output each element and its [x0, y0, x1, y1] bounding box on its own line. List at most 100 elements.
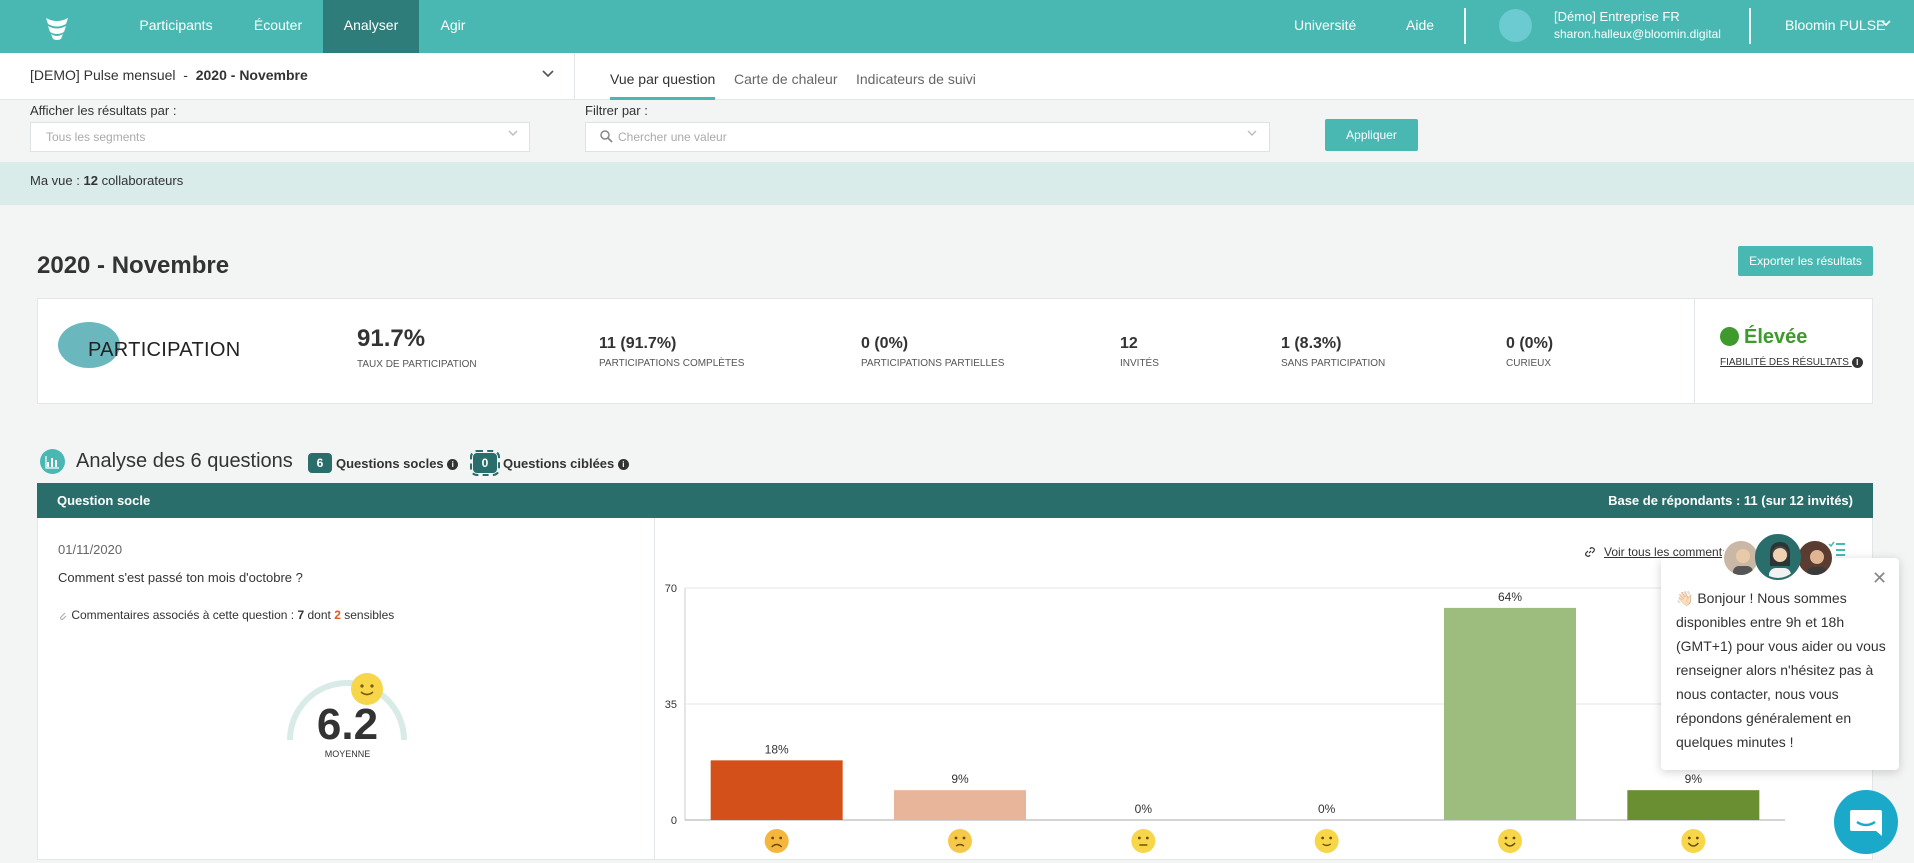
divider — [574, 53, 575, 100]
partial-participations-label: Participations partielles — [861, 358, 1005, 369]
bar-chart-icon — [40, 449, 65, 474]
chat-message-text: 👋🏻 Bonjour ! Nous sommes disponibles ent… — [1676, 590, 1886, 750]
survey-selector[interactable]: [DEMO] Pulse mensuel - 2020 - Novembre — [30, 67, 308, 83]
participation-rate-label: Taux de participation — [357, 359, 477, 370]
comments-prefix: Commentaires associés à cette question : — [71, 608, 295, 622]
export-results-button[interactable]: Exporter les résultats — [1738, 246, 1873, 276]
curious-value: 0 (0%) — [1506, 335, 1554, 352]
sad-face-icon — [948, 829, 972, 853]
info-icon[interactable]: i — [1851, 357, 1863, 368]
page-title: 2020 - Novembre — [37, 252, 230, 279]
bloomin-logo-icon[interactable] — [42, 12, 72, 42]
info-icon[interactable]: i — [617, 459, 629, 471]
question-header: Question socle Base de répondants : 11 (… — [37, 483, 1873, 518]
group-by-label: Afficher les résultats par : — [30, 103, 177, 118]
tab-vue-par-question[interactable]: Vue par question — [610, 71, 715, 87]
info-icon[interactable]: i — [447, 459, 459, 471]
neutral-face-icon — [1131, 829, 1156, 853]
slightly-smiling-face-icon — [1314, 829, 1339, 853]
reliability-status-dot — [1720, 327, 1739, 346]
bar — [1627, 790, 1760, 820]
comments-sensitive-count: 2 — [334, 608, 341, 622]
segment-select[interactable]: Tous les segments — [30, 122, 530, 152]
respondent-base: Base de répondants : 11 (sur 12 invités) — [1608, 493, 1853, 508]
account-email: sharon.halleux@bloomin.digital — [1554, 27, 1721, 41]
link-icon — [1585, 547, 1595, 557]
comments-suffix: sensibles — [344, 608, 395, 622]
question-comments-summary: Commentaires associés à cette question :… — [58, 608, 394, 622]
bar — [710, 760, 843, 820]
no-participation-value: 1 (8.3%) — [1281, 335, 1342, 352]
core-questions-count[interactable]: 6 — [308, 453, 332, 473]
bar-data-label: 64% — [1498, 590, 1522, 604]
nav-participants[interactable]: Participants — [130, 0, 222, 53]
invited-value: 12 — [1120, 335, 1138, 352]
bar-data-label: 9% — [951, 772, 969, 786]
no-participation-label: Sans participation — [1281, 358, 1386, 369]
tab-carte-de-chaleur[interactable]: Carte de chaleur — [734, 71, 838, 87]
complete-participations-value: 11 (91.7%) — [599, 335, 677, 352]
chevron-down-icon[interactable] — [540, 65, 556, 81]
bar — [1444, 607, 1576, 820]
core-questions-label[interactable]: Questions socles i — [336, 456, 459, 471]
question-date: 01/11/2020 — [58, 542, 123, 557]
invited-label: Invités — [1120, 358, 1159, 369]
question-text: Comment s'est passé ton mois d'octobre ? — [58, 570, 303, 585]
average-label: MOYENNE — [324, 749, 371, 759]
nav-ecouter[interactable]: Écouter — [234, 0, 322, 53]
average-value: 6.2 — [316, 700, 379, 749]
participation-rate-value: 91.7% — [357, 325, 426, 352]
curious-label: Curieux — [1506, 358, 1552, 369]
nav-divider — [1749, 8, 1751, 44]
targeted-questions-label[interactable]: Questions ciblées i — [503, 456, 629, 471]
complete-participations-label: Participations complètes — [599, 358, 745, 369]
support-agent-avatar — [1755, 534, 1801, 580]
my-view-count: 12 — [83, 173, 98, 188]
filter-search-input[interactable]: Chercher une valeur — [585, 122, 1270, 152]
nav-analyser[interactable]: Analyser — [323, 0, 419, 53]
y-tick-label: 35 — [665, 699, 677, 711]
bar-data-label: 18% — [765, 742, 789, 756]
survey-period: 2020 - Novembre — [195, 67, 308, 83]
chevron-down-icon[interactable] — [1246, 127, 1258, 139]
targeted-questions-count[interactable]: 0 — [470, 450, 500, 476]
heart-eyes-face-icon — [1681, 829, 1706, 853]
nav-agir[interactable]: Agir — [432, 0, 474, 53]
partial-participations-value: 0 (0%) — [861, 335, 909, 352]
apply-button[interactable]: Appliquer — [1325, 119, 1418, 151]
chevron-down-icon[interactable] — [507, 127, 519, 139]
survey-separator: - — [183, 67, 188, 83]
reliability-label-text: Fiabilité des résultats — [1720, 357, 1849, 369]
divider — [1694, 299, 1695, 403]
nav-universite[interactable]: Université — [1294, 0, 1356, 53]
bar-data-label: 0% — [1318, 802, 1336, 816]
paperclip-icon — [60, 612, 67, 620]
comments-total: 7 — [297, 608, 305, 622]
participation-card — [37, 298, 1873, 404]
smiling-face-icon — [1498, 829, 1522, 853]
my-view-suffix: collaborateurs — [101, 173, 184, 188]
very-sad-face-icon — [764, 829, 789, 853]
my-view-prefix: Ma vue : — [30, 173, 80, 188]
close-icon[interactable]: ✕ — [1872, 568, 1887, 589]
my-view-bar: Ma vue : 12 collaborateurs — [0, 162, 1914, 205]
top-navigation: Participants Écouter Analyser Agir Unive… — [0, 0, 1914, 53]
bar — [894, 790, 1026, 820]
chat-launcher-button[interactable] — [1834, 790, 1898, 854]
bar-data-label: 9% — [1685, 772, 1703, 786]
y-tick-label: 0 — [671, 815, 677, 827]
core-questions-text: Questions socles — [336, 456, 444, 471]
y-tick-label: 70 — [665, 583, 677, 595]
nav-aide[interactable]: Aide — [1406, 0, 1434, 53]
comments-mid: dont — [307, 608, 331, 622]
chevron-down-icon[interactable] — [1880, 17, 1892, 29]
reliability-label[interactable]: Fiabilité des résultats i — [1720, 357, 1863, 368]
bar-data-label: 0% — [1135, 802, 1153, 816]
account-avatar[interactable] — [1499, 9, 1532, 42]
filter-by-label: Filtrer par : — [585, 103, 648, 118]
tab-indicateurs-de-suivi[interactable]: Indicateurs de suivi — [856, 71, 976, 87]
targeted-questions-text: Questions ciblées — [503, 456, 615, 471]
search-icon — [600, 130, 613, 143]
product-switcher[interactable]: Bloomin PULSE — [1785, 17, 1885, 33]
account-name[interactable]: [Démo] Entreprise FR — [1554, 9, 1680, 24]
